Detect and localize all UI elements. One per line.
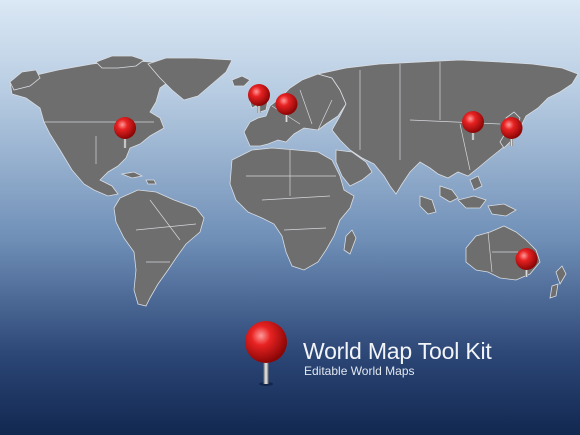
southeast-asia (419, 175, 517, 217)
pin-london[interactable] (248, 84, 270, 113)
large-pin-icon (245, 321, 287, 386)
south-america (113, 189, 205, 307)
slide: World Map Tool Kit Editable World Maps (0, 0, 580, 435)
africa (229, 147, 355, 271)
caribbean (120, 171, 157, 185)
world-map (9, 55, 579, 386)
iceland (231, 75, 251, 87)
greenland (147, 57, 233, 101)
slide-subtitle: Editable World Maps (304, 364, 415, 378)
slide-title: World Map Tool Kit (303, 338, 492, 364)
new-zealand (549, 265, 567, 299)
madagascar (343, 229, 357, 255)
